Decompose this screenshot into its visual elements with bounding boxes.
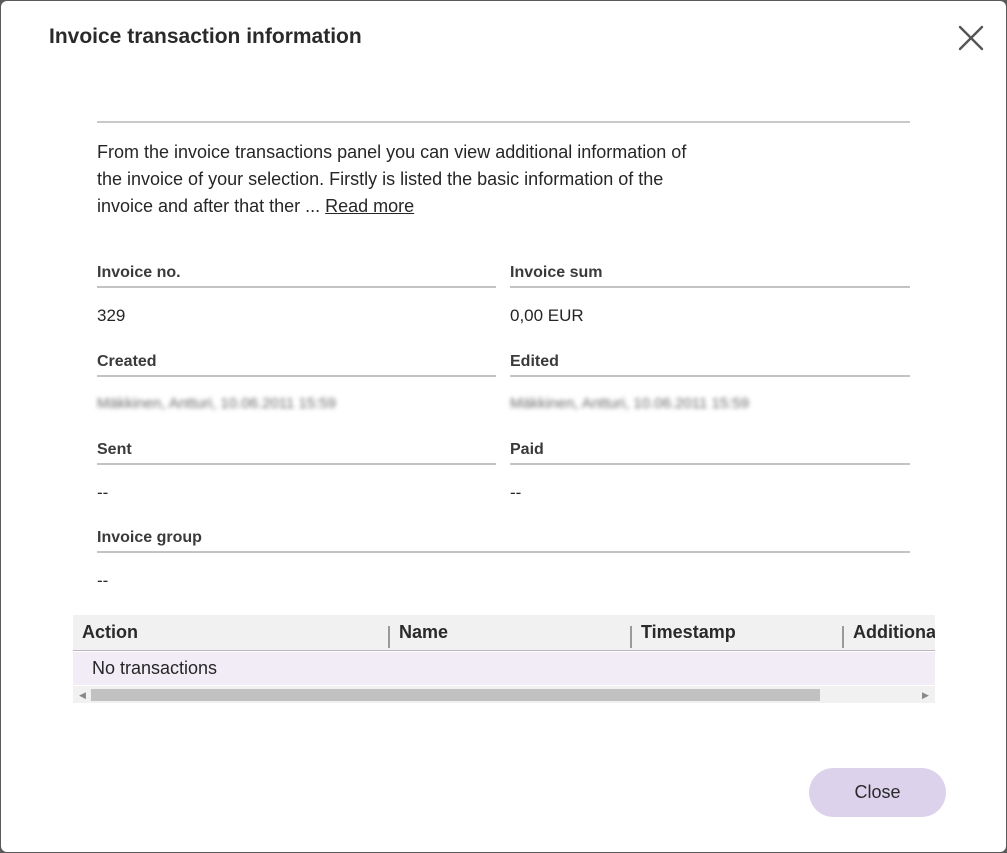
invoice-transaction-dialog: Invoice transaction information From the… bbox=[1, 1, 1006, 852]
intro-text: From the invoice transactions panel you … bbox=[97, 139, 707, 220]
table-header: Action Name Timestamp Additional bbox=[73, 615, 935, 651]
invoice-group-value: -- bbox=[97, 571, 109, 590]
horizontal-scrollbar[interactable]: ◀ ▶ bbox=[73, 686, 935, 703]
paid-label: Paid bbox=[510, 441, 910, 465]
scrollbar-thumb[interactable] bbox=[91, 689, 820, 701]
close-icon[interactable] bbox=[954, 21, 988, 55]
column-header-action[interactable]: Action bbox=[82, 615, 138, 651]
invoice-no-label: Invoice no. bbox=[97, 264, 496, 288]
column-header-name[interactable]: Name bbox=[399, 615, 448, 651]
column-header-timestamp[interactable]: Timestamp bbox=[641, 615, 736, 651]
invoice-sum-value: 0,00 EUR bbox=[510, 306, 584, 325]
invoice-group-label: Invoice group bbox=[97, 529, 910, 553]
edited-value: Mäkkinen, Antturi, 10.06.2011 15:59 bbox=[510, 395, 750, 412]
read-more-link[interactable]: Read more bbox=[325, 196, 414, 216]
column-resizer[interactable] bbox=[842, 626, 844, 648]
divider bbox=[97, 121, 910, 123]
created-label: Created bbox=[97, 353, 496, 377]
paid-value: -- bbox=[510, 483, 522, 502]
scroll-left-icon[interactable]: ◀ bbox=[79, 689, 86, 701]
column-resizer[interactable] bbox=[630, 626, 632, 648]
created-value: Mäkkinen, Antturi, 10.06.2011 15:59 bbox=[97, 395, 337, 412]
sent-value: -- bbox=[97, 483, 109, 502]
close-button[interactable]: Close bbox=[809, 768, 946, 817]
invoice-sum-label: Invoice sum bbox=[510, 264, 910, 288]
table-empty-row: No transactions bbox=[73, 652, 935, 685]
invoice-no-value: 329 bbox=[97, 306, 126, 325]
column-resizer[interactable] bbox=[388, 626, 390, 648]
scroll-right-icon[interactable]: ▶ bbox=[922, 689, 929, 701]
transactions-table: Action Name Timestamp Additional No tran… bbox=[73, 615, 935, 705]
column-header-additional[interactable]: Additional bbox=[853, 615, 935, 651]
edited-label: Edited bbox=[510, 353, 910, 377]
dialog-title: Invoice transaction information bbox=[49, 25, 362, 48]
sent-label: Sent bbox=[97, 441, 496, 465]
